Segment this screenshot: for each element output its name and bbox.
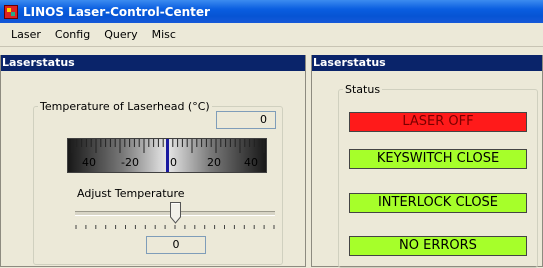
slider-ticks [75,225,275,229]
menu-laser[interactable]: Laser [4,26,48,43]
gauge-needle [166,139,169,172]
status-laser-off: LASER OFF [349,112,527,132]
slider-thumb[interactable] [170,202,181,224]
title-bar: LINOS Laser-Control-Center [0,0,543,23]
gauge-label-zero: 0 [170,156,177,169]
status-keyswitch: KEYSWITCH CLOSE [349,149,527,169]
adjust-value-field[interactable]: 0 [146,236,206,254]
right-panel: Status LASER OFF KEYSWITCH CLOSE INTERLO… [311,55,543,268]
menu-misc[interactable]: Misc [145,26,183,43]
menu-config[interactable]: Config [48,26,97,43]
temperature-group-title: Temperature of Laserhead (°C) [40,100,210,113]
gauge-label-minus-40: 40 [82,156,96,169]
status-errors: NO ERRORS [349,236,527,256]
app-icon [4,4,18,19]
status-interlock: INTERLOCK CLOSE [349,193,527,213]
temperature-slider[interactable] [75,202,275,236]
status-group-title: Status [345,83,381,96]
temperature-value-field: 0 [216,111,276,129]
gauge-label-20: 20 [207,156,221,169]
adjust-temperature-label: Adjust Temperature [77,187,185,200]
gauge-label-40: 40 [244,156,258,169]
window-title: LINOS Laser-Control-Center [23,4,210,19]
menu-bar: Laser Config Query Misc [0,23,543,47]
temperature-gauge: 40 -20 0 20 40 [67,138,267,173]
menu-query[interactable]: Query [97,26,144,43]
gauge-label-minus-20: -20 [121,156,139,169]
